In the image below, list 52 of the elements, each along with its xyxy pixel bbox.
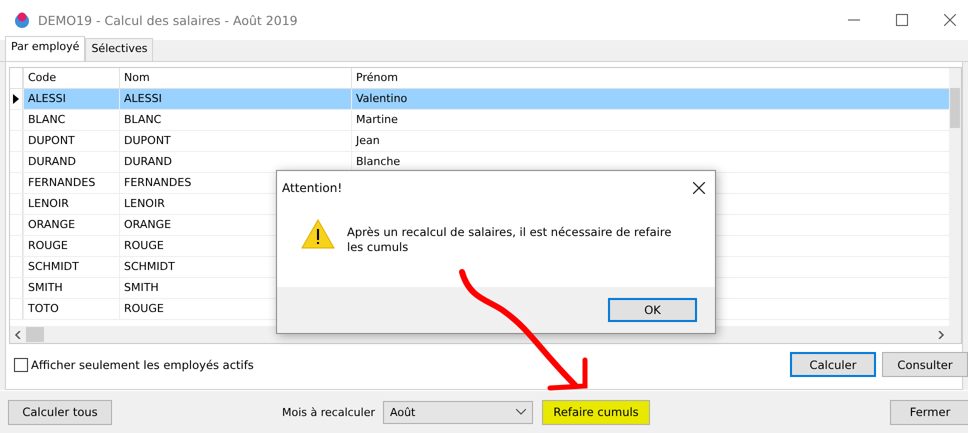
maximize-icon[interactable] [896, 14, 908, 26]
table-cell: FERNANDES [124, 176, 192, 189]
table-cell: ALESSI [124, 92, 162, 105]
action-button[interactable]: Consulter [882, 352, 968, 377]
table-cell: SMITH [28, 281, 63, 294]
table-cell: Valentino [356, 92, 408, 105]
table-cell: ROUGE [28, 239, 68, 252]
calculate-all-button[interactable]: Calculer tous [8, 400, 112, 424]
table-cell: ROUGE [124, 239, 164, 252]
vertical-scrollbar[interactable] [949, 68, 961, 343]
action-button[interactable]: Calculer [790, 352, 876, 377]
close-button[interactable]: Fermer [890, 400, 968, 424]
row-pointer-icon [13, 94, 19, 104]
table-cell: ORANGE [28, 218, 76, 231]
table-cell: DURAND [28, 155, 76, 168]
column-header[interactable]: Code [23, 68, 119, 88]
table-cell: SMITH [124, 281, 159, 294]
dialog-message: Après un recalcul de salaires, il est nécessaire de refaire les cumuls [347, 224, 672, 255]
close-icon[interactable] [693, 182, 705, 194]
scrollbar-thumb[interactable] [950, 88, 960, 128]
table-cell: ROUGE [124, 302, 164, 315]
table-cell: SCHMIDT [28, 260, 79, 273]
table-cell: LENOIR [28, 197, 69, 210]
table-cell: ALESSI [28, 92, 66, 105]
table-cell: TOTO [28, 302, 59, 315]
table-cell: SCHMIDT [124, 260, 175, 273]
tab[interactable]: Par employé [5, 36, 86, 61]
tab[interactable]: Sélectives [85, 38, 154, 61]
table-cell: Blanche [356, 155, 400, 168]
active-employees-checkbox[interactable]: Afficher seulement les employés actifs [14, 358, 254, 372]
table-cell: BLANC [124, 113, 162, 126]
table-cell: DURAND [124, 155, 172, 168]
table-cell: DUPONT [124, 134, 171, 147]
ok-button[interactable]: OK [608, 298, 697, 322]
scrollbar-thumb[interactable] [26, 327, 44, 342]
chevron-down-icon [516, 409, 526, 415]
app-logo-icon [14, 12, 30, 28]
redo-totals-button[interactable]: Refaire cumuls [542, 400, 650, 424]
column-header[interactable]: Nom [119, 68, 351, 88]
table-cell: LENOIR [124, 197, 165, 210]
table-cell: Martine [356, 113, 398, 126]
month-label: Mois à recalculer [282, 406, 376, 418]
month-dropdown[interactable]: Août [383, 400, 534, 424]
close-icon[interactable] [944, 14, 956, 26]
table-cell: FERNANDES [28, 176, 96, 189]
warning-icon [301, 218, 335, 249]
table-cell: BLANC [28, 113, 66, 126]
table-cell: ORANGE [124, 218, 172, 231]
table-cell: DUPONT [28, 134, 75, 147]
dialog-title: Attention! [282, 180, 342, 195]
window-title: DEMO19 - Calcul des salaires - Août 2019 [38, 12, 298, 28]
table-cell: Jean [356, 134, 380, 147]
